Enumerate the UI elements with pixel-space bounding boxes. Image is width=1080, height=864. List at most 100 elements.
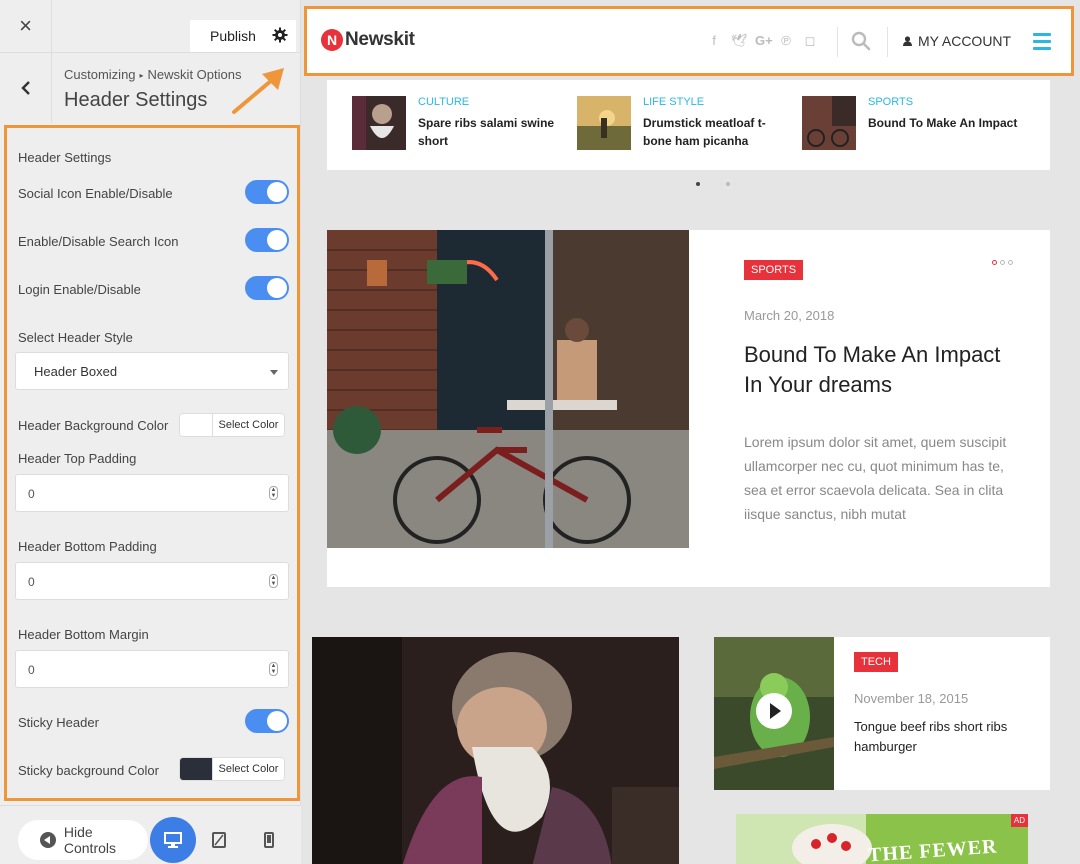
stepper-icon[interactable]: ▲ ▼: [269, 662, 278, 676]
ad-banner[interactable]: THE FEWER AD: [736, 814, 1028, 864]
bg-color-swatch: [180, 414, 212, 436]
sticky-header-label: Sticky Header: [18, 715, 99, 730]
hamburger-menu-icon[interactable]: [1033, 33, 1051, 54]
featured-image[interactable]: [327, 230, 689, 548]
ticker-thumbnail: [352, 96, 406, 150]
panel-footer: Hide Controls: [0, 805, 301, 864]
search-icon-toggle[interactable]: [245, 228, 289, 252]
post-title[interactable]: Tongue beef ribs short ribs hamburger: [854, 717, 1034, 757]
instagram-icon[interactable]: ◻: [803, 33, 817, 49]
my-account-link[interactable]: MY ACCOUNT: [903, 33, 1011, 49]
back-button[interactable]: [0, 53, 52, 123]
login-toggle[interactable]: [245, 276, 289, 300]
ticker-item[interactable]: LIFE STYLE Drumstick meatloaf t-bone ham…: [577, 96, 797, 152]
ticker-title[interactable]: Spare ribs salami swine short: [418, 114, 568, 150]
ticker-title[interactable]: Bound To Make An Impact: [868, 114, 1018, 132]
sticky-bg-label: Sticky background Color: [18, 763, 159, 778]
hide-controls-label: Hide Controls: [63, 824, 117, 856]
post-card-image[interactable]: [312, 637, 679, 864]
header-style-label: Select Header Style: [18, 330, 133, 345]
sticky-header-toggle[interactable]: [245, 709, 289, 733]
ticker-category[interactable]: SPORTS: [868, 96, 913, 108]
pagination-dot[interactable]: [726, 182, 730, 186]
ticker-thumbnail: [802, 96, 856, 150]
top-padding-value: 0: [28, 487, 35, 501]
news-ticker: CULTURE Spare ribs salami swine short LI…: [327, 80, 1050, 170]
video-thumbnail[interactable]: [714, 637, 834, 790]
bg-color-button[interactable]: Select Color: [212, 414, 284, 436]
stepper-icon[interactable]: ▲ ▼: [269, 574, 278, 588]
account-label: MY ACCOUNT: [918, 33, 1012, 49]
bottom-margin-value: 0: [28, 663, 35, 677]
header-settings-section: Header Settings Social Icon Enable/Disab…: [4, 125, 300, 801]
breadcrumb-root: Customizing: [64, 67, 136, 82]
bottom-padding-label: Header Bottom Padding: [18, 539, 157, 554]
sticky-bg-button[interactable]: Select Color: [212, 758, 284, 780]
customizer-panel: × Publish Customizing ▸ Newskit Options He…: [0, 0, 301, 864]
top-padding-label: Header Top Padding: [18, 451, 137, 466]
post-date: November 18, 2015: [854, 691, 969, 706]
ticker-item[interactable]: CULTURE Spare ribs salami swine short: [352, 96, 572, 152]
bottom-padding-input[interactable]: 0 ▲ ▼: [15, 562, 289, 600]
search-icon[interactable]: [851, 31, 871, 51]
chevron-left-icon: [20, 81, 30, 95]
ticker-thumbnail: [577, 96, 631, 150]
header-divider: [837, 27, 838, 57]
bottom-margin-input[interactable]: 0 ▲ ▼: [15, 650, 289, 688]
gear-icon[interactable]: [272, 27, 288, 43]
category-badge[interactable]: SPORTS: [744, 260, 804, 280]
desktop-preview-button[interactable]: [150, 817, 196, 863]
social-icons: f 🕊 G+ ℗ ◻: [707, 33, 817, 49]
header-style-select[interactable]: Header Boxed: [15, 352, 289, 390]
sticky-bg-picker[interactable]: Select Color: [179, 757, 285, 781]
close-button[interactable]: ×: [0, 0, 52, 52]
breadcrumb-arrow-icon: ▸: [139, 71, 144, 80]
tech-post-card: TECH November 18, 2015 Tongue beef ribs …: [714, 637, 1050, 790]
header-divider: [887, 27, 888, 57]
mobile-icon[interactable]: [264, 832, 274, 848]
breadcrumb: Customizing ▸ Newskit Options: [64, 67, 241, 82]
pinterest-icon[interactable]: ℗: [779, 33, 793, 49]
ticker-category[interactable]: CULTURE: [418, 96, 469, 108]
logo-mark: N: [321, 29, 343, 51]
facebook-icon[interactable]: f: [707, 33, 721, 49]
tablet-icon[interactable]: [212, 832, 226, 848]
ticker-category[interactable]: LIFE STYLE: [643, 96, 704, 108]
desktop-icon: [164, 832, 182, 848]
hide-controls-button[interactable]: Hide Controls: [18, 820, 148, 860]
post-title[interactable]: Bound To Make An Impact In Your dreams: [744, 340, 1024, 400]
twitter-icon[interactable]: 🕊: [731, 33, 748, 49]
collapse-icon: [40, 832, 56, 848]
ticker-title[interactable]: Drumstick meatloaf t-bone ham picanha: [643, 114, 793, 150]
section-heading: Header Settings: [18, 150, 112, 165]
chevron-down-icon: [270, 370, 278, 375]
publish-bar: Publish: [190, 20, 296, 52]
annotation-arrow-icon: [232, 68, 284, 114]
publish-button[interactable]: Publish: [190, 28, 256, 44]
play-icon[interactable]: [756, 693, 792, 729]
site-logo[interactable]: N Newskit: [321, 29, 415, 51]
post-image: [312, 637, 679, 864]
bottom-padding-value: 0: [28, 575, 35, 589]
ticker-item[interactable]: SPORTS Bound To Make An Impact: [802, 96, 1022, 152]
stepper-icon[interactable]: ▲ ▼: [269, 486, 278, 500]
google-plus-icon[interactable]: G+: [755, 33, 773, 49]
panel-title: Header Settings: [64, 89, 208, 111]
slider-dot[interactable]: [992, 260, 997, 265]
bg-color-picker[interactable]: Select Color: [179, 413, 285, 437]
top-padding-input[interactable]: 0 ▲ ▼: [15, 474, 289, 512]
social-icon-toggle[interactable]: [245, 180, 289, 204]
slider-dot[interactable]: [1008, 260, 1013, 265]
bottom-margin-label: Header Bottom Margin: [18, 627, 149, 642]
sticky-bg-swatch: [180, 758, 212, 780]
search-toggle-label: Enable/Disable Search Icon: [18, 234, 179, 249]
pagination-dot[interactable]: [696, 182, 700, 186]
category-badge[interactable]: TECH: [854, 652, 898, 672]
slider-dot[interactable]: [1000, 260, 1005, 265]
bg-color-label: Header Background Color: [18, 418, 169, 433]
user-icon: [903, 36, 912, 46]
ad-badge: AD: [1010, 814, 1028, 827]
post-excerpt: Lorem ipsum dolor sit amet, quem suscipi…: [744, 434, 1007, 522]
site-preview: N Newskit f 🕊 G+ ℗ ◻ MY ACCOUNT CULTURE …: [302, 0, 1080, 864]
ticker-pagination: [696, 182, 730, 186]
